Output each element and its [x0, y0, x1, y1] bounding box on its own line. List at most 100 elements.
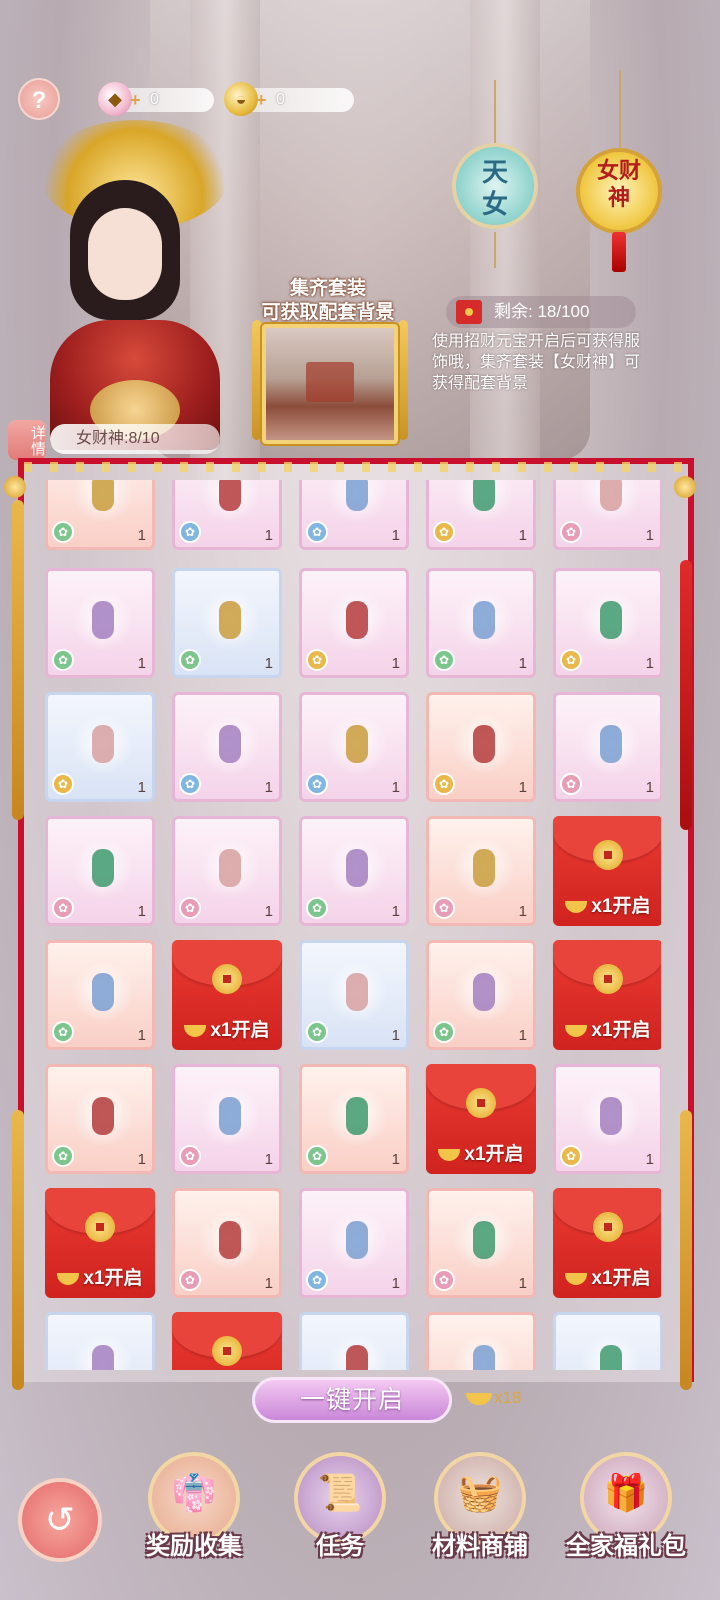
background-preview[interactable] — [262, 324, 398, 444]
outfit-item-cell[interactable]: ✿ — [299, 1312, 409, 1370]
outfit-item-cell[interactable]: ✿ 1 — [553, 480, 661, 550]
gold-coin-string — [12, 1110, 24, 1390]
red-envelope-cell[interactable]: x1开启 — [553, 940, 661, 1050]
outfit-item-cell[interactable]: ✿ 1 — [299, 692, 409, 802]
nav-tasks[interactable]: 📜 任务 — [280, 1452, 400, 1592]
set-progress: 女财神:8/10 — [50, 424, 220, 454]
tiannv-medallion[interactable]: 天 女 — [452, 143, 538, 229]
outfit-piece-icon — [580, 589, 642, 651]
red-envelope-cell[interactable]: x1开启 — [172, 940, 282, 1050]
outfit-item-cell[interactable]: ✿ 1 — [172, 568, 282, 678]
rarity-badge-icon: ✿ — [433, 1269, 455, 1291]
rarity-badge-icon: ✿ — [433, 773, 455, 795]
outfit-item-cell[interactable]: ✿ 1 — [553, 1064, 661, 1174]
nav-family-gift-pack[interactable]: 🎁 全家福礼包 — [566, 1452, 686, 1592]
outfit-piece-icon — [72, 1085, 134, 1147]
rarity-badge-icon: ✿ — [433, 649, 455, 671]
rarity-badge-icon: ✿ — [306, 521, 328, 543]
nvcaishen-medallion[interactable]: 女财 神 — [576, 148, 662, 234]
outfit-item-cell[interactable]: ✿ 1 — [299, 1064, 409, 1174]
outfit-piece-icon — [326, 1209, 388, 1271]
rarity-badge-icon: ✿ — [306, 649, 328, 671]
outfit-item-cell[interactable]: ✿ 1 — [45, 692, 155, 802]
outfit-piece-icon — [199, 589, 261, 651]
outfit-item-cell[interactable]: ✿ 1 — [172, 816, 282, 926]
board-garland — [24, 462, 688, 472]
coin-icon — [466, 1088, 496, 1118]
item-quantity: 1 — [645, 655, 654, 672]
rarity-badge-icon: ✿ — [560, 649, 582, 671]
outfit-piece-icon — [453, 837, 515, 899]
coin-icon — [85, 1212, 115, 1242]
outfit-item-cell[interactable]: ✿ 1 — [299, 940, 409, 1050]
outfit-item-cell[interactable]: ✿ 1 — [172, 480, 282, 550]
item-quantity: 1 — [645, 527, 654, 544]
nav-material-shop[interactable]: 🧺 材料商铺 — [420, 1452, 540, 1592]
red-envelope-cell[interactable]: x1开启 — [426, 1064, 536, 1174]
outfit-item-cell[interactable]: ✿ 1 — [299, 568, 409, 678]
rarity-badge-icon: ✿ — [306, 897, 328, 919]
rarity-badge-icon: ✿ — [179, 521, 201, 543]
outfit-piece-icon — [199, 837, 261, 899]
rarity-badge-icon: ✿ — [52, 1021, 74, 1043]
outfit-item-cell[interactable]: ✿ 1 — [426, 1188, 536, 1298]
detail-button[interactable]: 详情 — [8, 420, 46, 460]
rarity-badge-icon: ✿ — [52, 897, 74, 919]
outfit-item-cell[interactable]: ✿ 1 — [299, 480, 409, 550]
outfit-item-cell[interactable]: ✿ 1 — [45, 816, 155, 926]
outfit-item-cell[interactable]: ✿ 1 — [426, 816, 536, 926]
outfit-piece-icon — [326, 480, 388, 523]
outfit-item-cell[interactable]: ✿ 1 — [426, 480, 536, 550]
outfit-item-cell[interactable]: ✿ 1 — [426, 940, 536, 1050]
outfit-item-cell[interactable]: ✿ 1 — [45, 480, 155, 550]
gold-tassel — [398, 320, 408, 440]
red-tassel — [612, 232, 626, 272]
open-all-button[interactable]: 一键开启 — [252, 1377, 452, 1423]
rarity-badge-icon: ✿ — [179, 897, 201, 919]
outfit-item-cell[interactable]: ✿ 1 — [426, 692, 536, 802]
nav-reward-collection[interactable]: 👘 奖励收集 — [134, 1452, 254, 1592]
gift-box-icon-glyph: 🎁 — [603, 1472, 649, 1513]
outfit-piece-icon — [199, 1209, 261, 1271]
item-quantity: 1 — [391, 655, 400, 672]
rarity-badge-icon: ✿ — [306, 1269, 328, 1291]
remaining-text: 剩余: 18/100 — [494, 302, 590, 321]
gold-ingot-icon — [565, 1024, 588, 1037]
outfit-item-cell[interactable]: ✿ 1 — [553, 568, 661, 678]
outfit-piece-icon — [453, 713, 515, 775]
item-quantity: 1 — [137, 779, 146, 796]
back-button[interactable]: ↺ — [18, 1478, 102, 1562]
outfit-item-cell[interactable]: ✿ 1 — [45, 568, 155, 678]
outfit-piece-icon — [453, 589, 515, 651]
red-envelope-cell[interactable] — [172, 1312, 282, 1370]
outfit-item-cell[interactable]: ✿ 1 — [299, 816, 409, 926]
prize-grid: ✿ 1 ✿ 1 ✿ 1 ✿ 1 ✿ 1 ✿ 1 ✿ 1 ✿ 1 ✿ 1 ✿ 1 ✿ 1 ✿ 1 ✿ 1 ✿ 1 ✿ 1 ✿ 1 ✿ 1 ✿ 1 ✿ 1 x1… — [45, 480, 661, 1370]
outfit-item-cell[interactable]: ✿ — [426, 1312, 536, 1370]
coin-icon — [593, 840, 623, 870]
item-quantity: 1 — [518, 1275, 527, 1292]
item-quantity: 1 — [137, 527, 146, 544]
item-quantity: 1 — [391, 903, 400, 920]
medallion-string — [494, 232, 496, 268]
outfit-item-cell[interactable]: ✿ 1 — [299, 1188, 409, 1298]
rarity-badge-icon: ✿ — [560, 521, 582, 543]
outfit-item-cell[interactable]: ✿ 1 — [172, 1064, 282, 1174]
medallion-text: 女财 — [596, 158, 641, 184]
item-quantity: 1 — [518, 903, 527, 920]
outfit-item-cell[interactable]: ✿ 1 — [426, 568, 536, 678]
outfit-item-cell[interactable]: ✿ 1 — [45, 1064, 155, 1174]
character-portrait[interactable] — [0, 100, 260, 450]
item-quantity: 1 — [137, 1027, 146, 1044]
outfit-item-cell[interactable]: ✿ — [553, 1312, 661, 1370]
outfit-item-cell[interactable]: ✿ — [45, 1312, 155, 1370]
outfit-item-cell[interactable]: ✿ 1 — [172, 1188, 282, 1298]
nav-label: 奖励收集 — [146, 1533, 242, 1560]
red-envelope-cell[interactable]: x1开启 — [553, 1188, 661, 1298]
outfit-item-cell[interactable]: ✿ 1 — [553, 692, 661, 802]
item-quantity: 1 — [518, 1027, 527, 1044]
outfit-piece-icon — [453, 480, 515, 523]
red-envelope-cell[interactable]: x1开启 — [553, 816, 661, 926]
outfit-item-cell[interactable]: ✿ 1 — [45, 940, 155, 1050]
red-envelope-cell[interactable]: x1开启 — [45, 1188, 155, 1298]
outfit-item-cell[interactable]: ✿ 1 — [172, 692, 282, 802]
